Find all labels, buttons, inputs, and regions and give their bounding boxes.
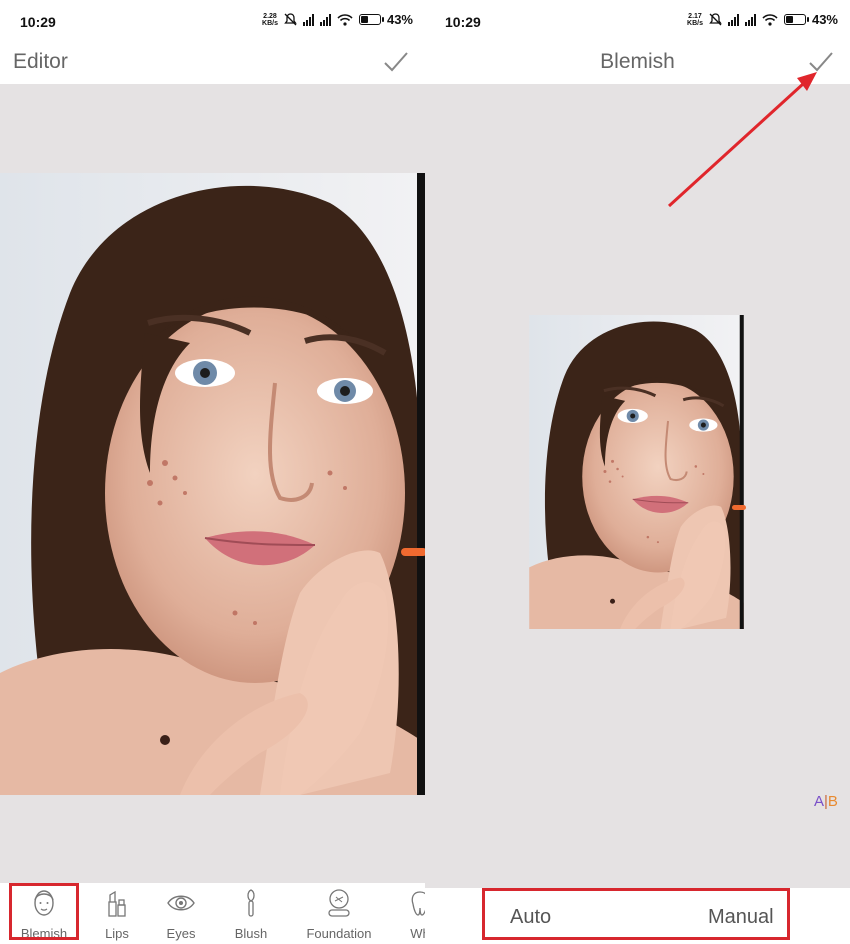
wifi-icon [762, 13, 778, 26]
status-time: 10:29 [445, 14, 481, 30]
foundation-icon [328, 889, 350, 917]
lipstick-icon [108, 890, 126, 917]
signal-icon [319, 13, 331, 26]
page-title: Editor [13, 50, 68, 73]
portrait-image [0, 173, 425, 795]
whiten-icon [411, 891, 425, 916]
signal-icon [727, 13, 739, 26]
drag-handle[interactable] [732, 505, 746, 510]
portrait-image [529, 315, 744, 629]
drag-handle[interactable] [401, 548, 425, 556]
header: Editor [0, 44, 425, 84]
status-bar: 10:29 2.17 KB/s 43% [425, 0, 850, 44]
selection-highlight [482, 888, 790, 940]
battery-percent: 43% [386, 12, 413, 27]
compare-button[interactable]: A|B [814, 793, 838, 810]
editor-screen: 10:29 2.28 KB/s 43% Editor Blemish Lips … [0, 0, 425, 944]
header: Blemish [425, 44, 850, 84]
page-title: Blemish [600, 50, 675, 73]
status-bar: 10:29 2.28 KB/s 43% [0, 0, 425, 44]
checkmark-icon[interactable] [382, 48, 410, 76]
selection-highlight [9, 883, 79, 940]
tool-lips[interactable]: Lips [92, 883, 142, 944]
signal-icon [302, 13, 314, 26]
photo-canvas[interactable] [529, 315, 744, 629]
signal-icon [744, 13, 756, 26]
eye-icon [167, 895, 195, 911]
battery-icon [358, 14, 384, 25]
battery-percent: 43% [811, 12, 838, 27]
tool-blush[interactable]: Blush [226, 883, 276, 944]
photo-canvas[interactable] [0, 173, 425, 795]
wifi-icon [337, 13, 353, 26]
tool-whiten[interactable]: Wh [400, 883, 425, 944]
battery-icon [783, 14, 809, 25]
status-time: 10:29 [20, 14, 56, 30]
bell-muted-icon [284, 13, 297, 26]
checkmark-icon[interactable] [807, 48, 835, 76]
brush-icon [247, 889, 255, 917]
tool-eyes[interactable]: Eyes [156, 883, 206, 944]
network-speed: 2.17 KB/s [687, 12, 703, 27]
bell-muted-icon [709, 13, 722, 26]
network-speed: 2.28 KB/s [262, 12, 278, 27]
blemish-screen: 10:29 2.17 KB/s 43% Blemish A|B Auto Man… [425, 0, 850, 944]
tool-foundation[interactable]: Foundation [303, 883, 375, 944]
